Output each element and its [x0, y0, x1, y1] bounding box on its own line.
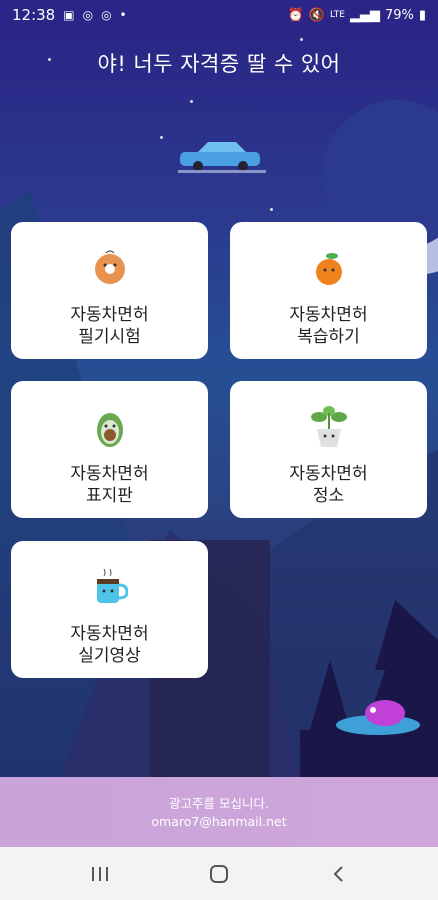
- card-label-line2: 정소: [312, 486, 345, 506]
- menu-card-signs[interactable]: 자동차면허 표지판: [11, 381, 208, 518]
- mug-icon: [92, 565, 128, 609]
- battery-icon: ▮: [418, 7, 426, 23]
- advertisement-banner[interactable]: 광고주를 모십니다. omaro7@hanmail.net: [0, 777, 438, 847]
- ad-text: 광고주를 모십니다.: [169, 796, 269, 811]
- clock: 12:38: [12, 6, 56, 24]
- alarm-icon: ⏰: [287, 7, 304, 23]
- card-label-line2: 실기영상: [78, 646, 141, 666]
- page-title: 야! 너두 자격증 딸 수 있어: [97, 52, 341, 76]
- menu-card-driving-video[interactable]: 자동차면허 실기영상: [11, 541, 208, 678]
- back-button[interactable]: [308, 854, 368, 894]
- battery-level: 79%: [384, 7, 414, 23]
- orange-icon: [313, 246, 345, 290]
- card-label-line1: 자동차면허: [70, 624, 149, 644]
- card-label-line1: 자동차면허: [70, 464, 149, 484]
- menu-card-review[interactable]: 자동차면허 복습하기: [230, 222, 427, 359]
- menu-card-written-test[interactable]: 자동차면허 필기시험: [11, 222, 208, 359]
- plant-icon: [309, 405, 349, 449]
- card-label-line1: 자동차면허: [289, 305, 368, 325]
- recent-apps-icon: [91, 866, 108, 881]
- dot-icon: •: [119, 8, 127, 22]
- card-label-line2: 필기시험: [78, 327, 141, 347]
- donut-icon: [92, 246, 128, 290]
- card-label-line1: 자동차면허: [289, 464, 368, 484]
- star: [300, 38, 303, 41]
- network-type: LTE: [329, 10, 345, 20]
- home-icon: [209, 864, 228, 883]
- instagram-icon-2: ◎: [101, 8, 112, 22]
- instagram-icon: ◎: [82, 8, 94, 22]
- card-label-line2: 표지판: [86, 486, 133, 506]
- navigation-bar: [0, 847, 438, 900]
- status-bar: 12:38 ▣ ◎ ◎ • ⏰ 🔇 LTE ▂▄▆ 79% ▮: [0, 0, 438, 30]
- mute-icon: 🔇: [308, 7, 325, 23]
- signal-icon: ▂▄▆: [349, 7, 380, 23]
- image-notification-icon: ▣: [63, 8, 75, 22]
- menu-card-places[interactable]: 자동차면허 정소: [230, 381, 427, 518]
- star: [160, 136, 163, 139]
- recent-apps-button[interactable]: [70, 854, 130, 894]
- card-label-line1: 자동차면허: [70, 305, 149, 325]
- creature-in-pond-illustration: [336, 700, 420, 735]
- car-illustration: [178, 142, 266, 173]
- ad-email: omaro7@hanmail.net: [151, 814, 287, 829]
- avocado-icon: [94, 405, 126, 449]
- card-label-line2: 복습하기: [297, 327, 360, 347]
- home-button[interactable]: [189, 854, 249, 894]
- star: [190, 100, 193, 103]
- tree-silhouettes: [300, 600, 438, 777]
- back-icon: [333, 865, 344, 882]
